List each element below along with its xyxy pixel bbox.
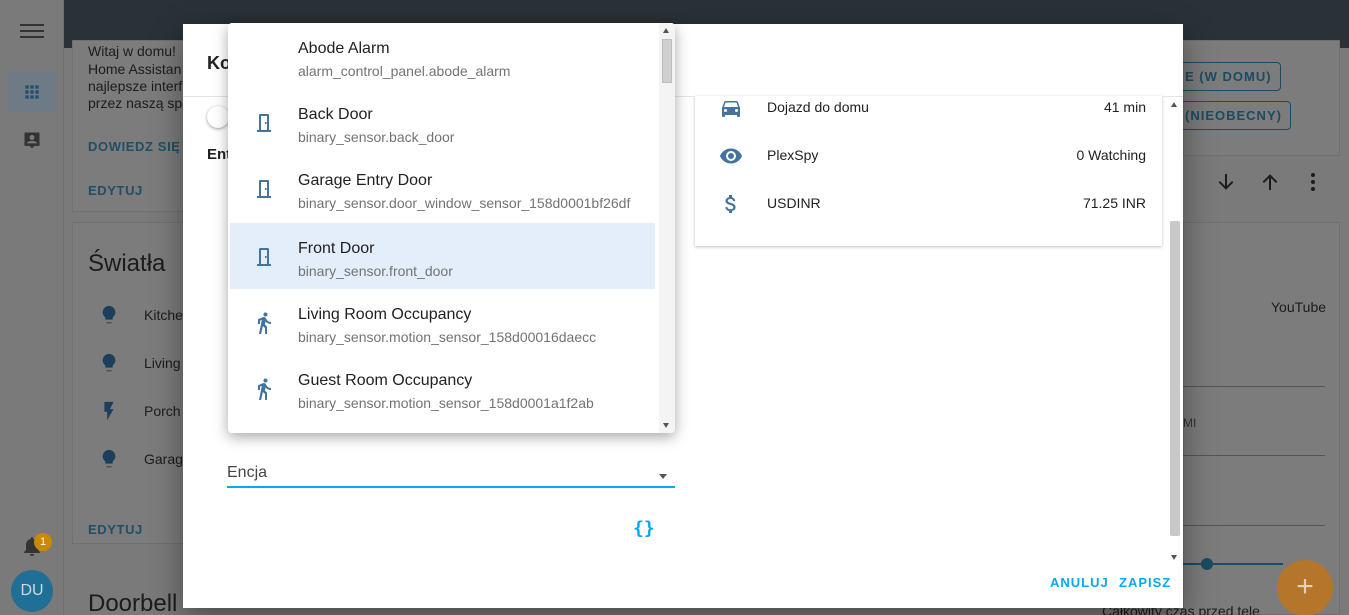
arrow-down-icon[interactable] [1214, 170, 1238, 194]
notification-badge: 1 [34, 533, 52, 551]
scroll-thumb[interactable] [1170, 221, 1180, 536]
dropdown-arrow-icon[interactable] [659, 474, 667, 479]
bulb-icon [102, 449, 116, 468]
more-icon[interactable] [1301, 170, 1325, 194]
list-item[interactable]: Guest Room Occupancy binary_sensor.motio… [230, 355, 655, 421]
list-item-subtitle: binary_sensor.motion_sensor_158d0001a1f2… [298, 395, 594, 411]
entity-dropdown-list: Abode Alarm alarm_control_panel.abode_al… [228, 23, 675, 433]
slider-handle[interactable] [1201, 558, 1213, 570]
lights-title: Światła [88, 250, 166, 277]
intro-line: najlepsze interf [88, 78, 183, 94]
preview-value: 41 min [1103, 99, 1146, 115]
entity-field-label: Encja [227, 464, 268, 481]
dropdown-scrollbar[interactable] [659, 23, 675, 433]
avatar[interactable]: DU [11, 570, 53, 612]
mi-label: MI [1183, 416, 1197, 430]
list-item-title: Guest Room Occupancy [298, 372, 473, 389]
list-item-subtitle: binary_sensor.motion_sensor_158d00016dae… [298, 329, 597, 345]
select-underline [1183, 386, 1325, 387]
light-name: Porch [144, 403, 181, 419]
youtube-label: YouTube [1271, 299, 1327, 315]
select-underline [1183, 455, 1325, 456]
scroll-thumb[interactable] [662, 39, 672, 83]
list-item-selected[interactable]: Front Door binary_sensor.front_door [230, 223, 655, 289]
preview-row: USDINR 71.25 INR [695, 192, 1162, 240]
preview-name: PlexSpy [767, 147, 819, 163]
walking-icon [258, 312, 271, 334]
light-name: Garag [144, 451, 183, 467]
away-button[interactable]: (NIEOBECNY) [1176, 101, 1291, 130]
list-item[interactable]: Garage Entry Door binary_sensor.door_win… [230, 155, 655, 221]
list-item-title: Garage Entry Door [298, 172, 433, 189]
media-card [1183, 222, 1340, 615]
preview-row: PlexSpy 0 Watching [695, 144, 1162, 192]
add-fab-button[interactable]: + [1277, 560, 1333, 615]
list-item-subtitle: alarm_control_panel.abode_alarm [298, 63, 511, 79]
entity-picker-field[interactable]: Encja [227, 460, 675, 488]
save-button[interactable]: ZAPISZ [1119, 575, 1171, 590]
bulb-icon [102, 305, 116, 324]
toggle-switch[interactable] [207, 106, 229, 128]
walking-icon [258, 378, 271, 400]
list-item-subtitle: binary_sensor.door_window_sensor_158d000… [298, 195, 631, 211]
sidebar-item-logbook[interactable] [8, 120, 56, 160]
list-item[interactable]: Back Door binary_sensor.back_door [230, 89, 655, 155]
cancel-button[interactable]: ANULUJ [1050, 575, 1109, 590]
flash-icon [104, 401, 114, 421]
list-item-subtitle: binary_sensor.front_door [298, 263, 453, 279]
preview-scrollbar[interactable] [1168, 96, 1182, 560]
preview-row: Dojazd do domu 41 min [695, 96, 1162, 144]
preview-value: 0 Watching [1076, 147, 1146, 163]
slider-track [1183, 563, 1283, 565]
list-item[interactable]: Living Room Occupancy binary_sensor.moti… [230, 289, 655, 355]
intro-line: Witaj w domu! [88, 43, 176, 59]
sidebar: 1 DU [0, 0, 64, 615]
bulb-icon [102, 353, 116, 372]
arrow-up-icon[interactable] [1258, 170, 1282, 194]
list-item-title: Abode Alarm [298, 40, 390, 57]
preview-value: 71.25 INR [1082, 195, 1146, 211]
preview-card: Dojazd do domu 41 min PlexSpy 0 Watching… [695, 96, 1162, 246]
preview-name: Dojazd do domu [767, 99, 869, 115]
dollar-icon [725, 195, 736, 213]
code-editor-icon[interactable]: {} [633, 518, 655, 539]
status-card [1183, 40, 1340, 156]
light-name: Living [144, 355, 181, 371]
list-item-title: Back Door [298, 106, 373, 123]
door-icon [257, 114, 271, 132]
list-item-subtitle: binary_sensor.back_door [298, 129, 455, 145]
door-icon [257, 248, 271, 266]
menu-icon[interactable] [20, 20, 44, 44]
intro-line: przez naszą spo [88, 95, 190, 111]
intro-line: Home Assistan [88, 61, 182, 77]
sidebar-item-overview[interactable] [8, 72, 56, 112]
account-box-icon [24, 132, 40, 149]
doorbell-title: Doorbell [88, 590, 178, 615]
select-underline [1183, 525, 1325, 526]
preview-name: USDINR [767, 195, 821, 211]
list-item-title: Front Door [298, 240, 375, 257]
eye-icon [720, 148, 742, 164]
edit-link[interactable]: EDYTUJ [88, 522, 143, 537]
light-name: Kitche [144, 307, 183, 323]
list-item-title: Living Room Occupancy [298, 306, 472, 323]
door-icon [257, 180, 271, 198]
home-button[interactable]: E (W DOMU) [1176, 62, 1281, 91]
car-icon [722, 101, 740, 117]
list-item[interactable]: Abode Alarm alarm_control_panel.abode_al… [230, 23, 655, 89]
learn-more-link[interactable]: DOWIEDZ SIĘ W [88, 139, 198, 154]
grid-icon [25, 85, 39, 99]
edit-link[interactable]: EDYTUJ [88, 183, 143, 198]
